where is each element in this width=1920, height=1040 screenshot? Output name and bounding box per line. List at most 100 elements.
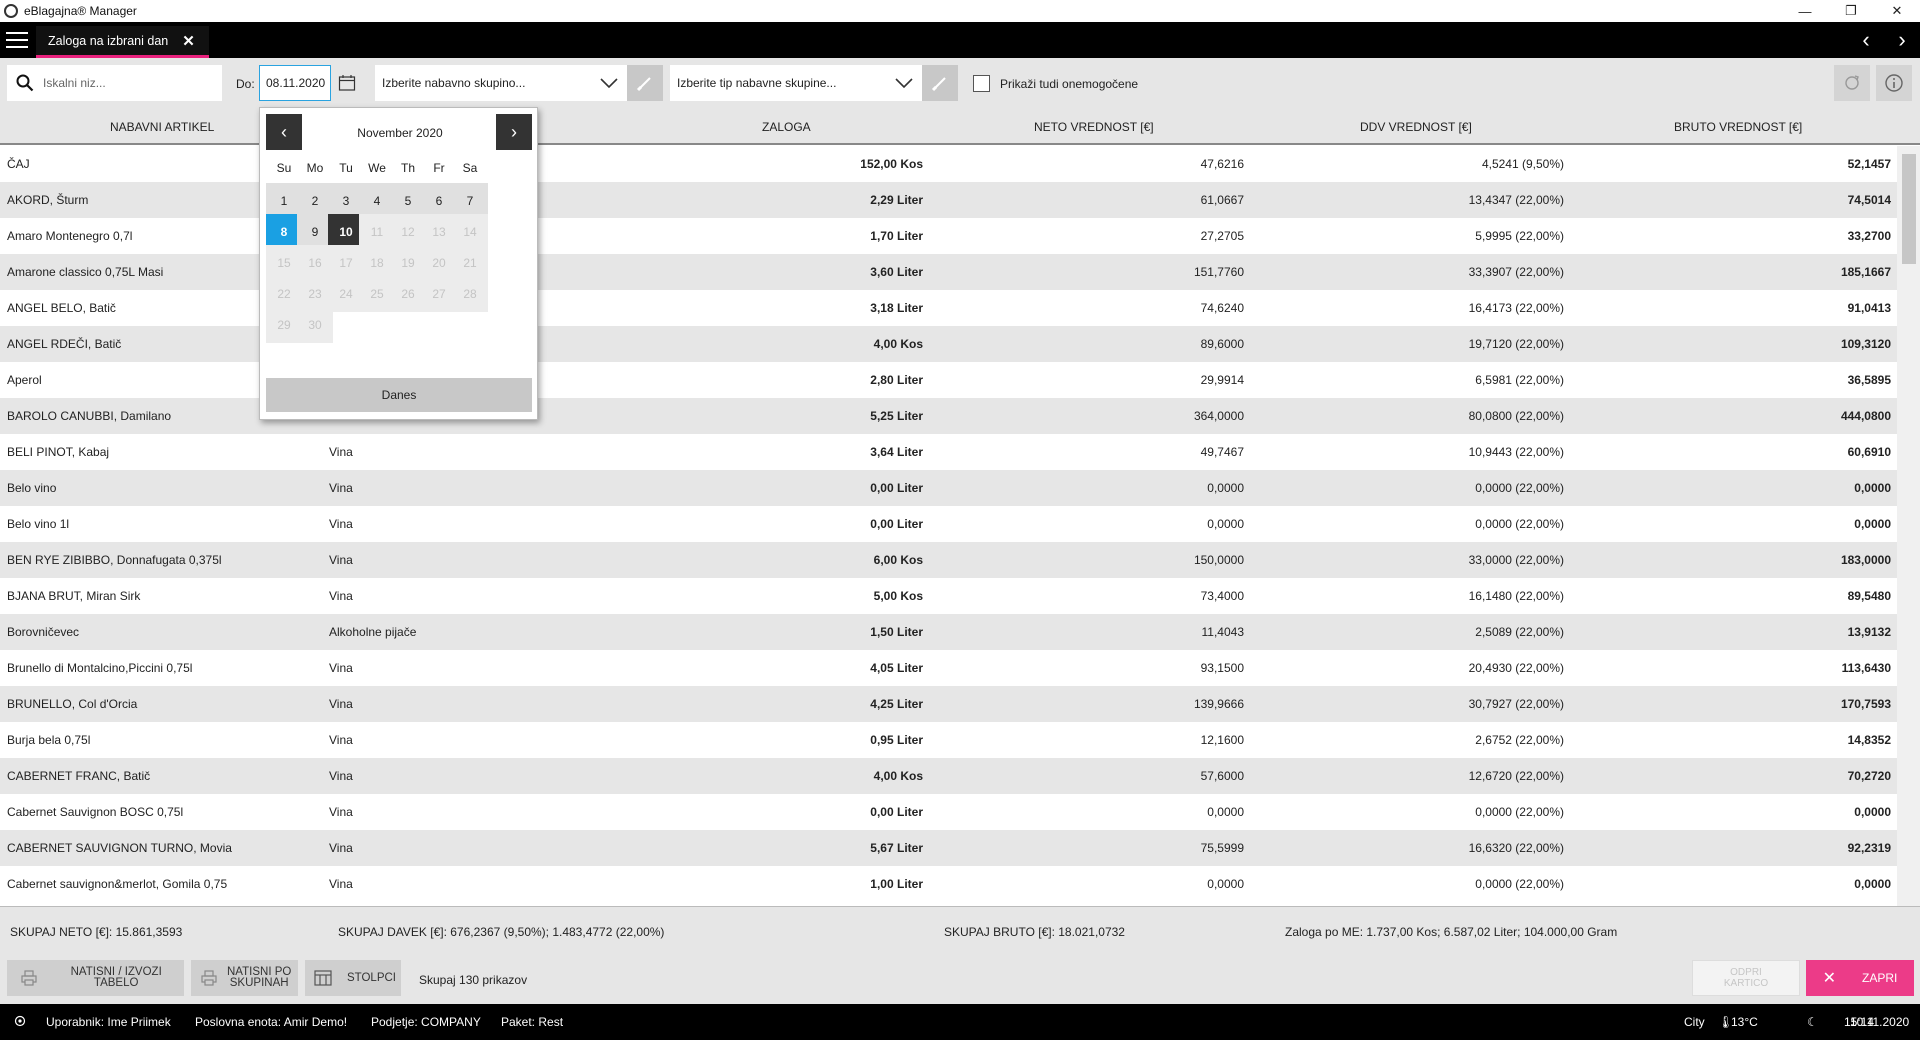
col-bruto[interactable]: BRUTO VREDNOST [€]: [1674, 120, 1802, 134]
tab-close-icon[interactable]: ✕: [182, 32, 195, 50]
cell-bruto: 91,0413: [1847, 301, 1891, 315]
cell-neto: 74,6240: [1200, 301, 1244, 315]
table-row[interactable]: CABERNET SAUVIGNON TURNO, Movia Vina 5,67 …: [0, 830, 1897, 866]
col-neto[interactable]: NETO VREDNOST [€]: [1034, 120, 1154, 134]
cell-group: Alkoholne pijače: [329, 625, 417, 639]
cell-group: Vina: [329, 517, 353, 531]
status-business-unit: Poslovna enota: Amir Demo!: [195, 1015, 348, 1029]
calendar-day: 28: [452, 276, 488, 312]
calendar-month-label: November 2020: [357, 126, 443, 140]
cell-article: ANGEL BELO, Batič: [7, 301, 116, 315]
type-select[interactable]: Izberite tip nabavne skupine...: [670, 65, 922, 101]
cell-bruto: 36,5895: [1847, 373, 1891, 387]
cell-neto: 49,7467: [1200, 445, 1244, 459]
cell-neto: 27,2705: [1200, 229, 1244, 243]
cell-article: BRUNELLO, Col d'Orcia: [7, 697, 138, 711]
cell-stock: 5,25 Liter: [870, 409, 923, 423]
cell-article: BAROLO CANUBBI, Damilano: [7, 409, 172, 423]
table-row[interactable]: Burja bela 0,75l Vina 0,95 Liter 12,1600 2,6…: [0, 722, 1897, 758]
cell-ddv: 2,5089 (22,00%): [1475, 625, 1564, 639]
table-row[interactable]: Brunello di Montalcino,Piccini 0,75l Vina…: [0, 650, 1897, 686]
cell-neto: 150,0000: [1193, 553, 1244, 567]
cell-ddv: 33,3907 (22,00%): [1468, 265, 1564, 279]
tab-label: Zaloga na izbrani dan: [48, 33, 169, 48]
calendar-day: 30: [297, 307, 333, 343]
col-article[interactable]: NABAVNI ARTIKEL: [110, 120, 214, 134]
status-settings-icon[interactable]: [14, 1015, 26, 1030]
table-row[interactable]: CABERNET FRANC, Batič Vina 4,00 Kos 57,6000…: [0, 758, 1897, 794]
cell-article: Belo vino 1l: [7, 517, 70, 531]
date-picker-popup: ‹ November 2020 › Danes Su Mo Tu We Th Fr Sa 1 2…: [259, 107, 538, 420]
columns-button[interactable]: STOLPCI: [305, 960, 401, 996]
total-bruto: SKUPAJ BRUTO [€]: 18.021,0732: [944, 925, 1125, 939]
cell-group: Vina: [329, 805, 353, 819]
total-neto: SKUPAJ NETO [€]: 15.861,3593: [10, 925, 183, 939]
cell-stock: 3,64 Liter: [870, 445, 923, 459]
show-disabled-checkbox[interactable]: [973, 75, 990, 92]
col-ddv[interactable]: DDV VREDNOST [€]: [1360, 120, 1472, 134]
cell-ddv: 0,0000 (22,00%): [1475, 805, 1564, 819]
refresh-button[interactable]: [1834, 65, 1870, 101]
table-row[interactable]: Borovničevec Alkoholne pijače 1,50 Liter 11…: [0, 614, 1897, 650]
cell-group: Vina: [329, 841, 353, 855]
info-button[interactable]: [1876, 65, 1912, 101]
date-field[interactable]: 08.11.2020: [259, 65, 331, 101]
status-package: Paket: Rest: [501, 1015, 564, 1029]
table-row[interactable]: BRUNELLO, Col d'Orcia Vina 4,25 Liter 139,9…: [0, 686, 1897, 722]
cell-stock: 3,18 Liter: [870, 301, 923, 315]
cell-article: CABERNET SAUVIGNON TURNO, Movia: [7, 841, 232, 855]
cell-stock: 5,00 Kos: [873, 589, 923, 603]
clear-group-button[interactable]: [627, 65, 663, 101]
minimize-button[interactable]: —: [1782, 0, 1828, 22]
refresh-icon: [1845, 75, 1859, 90]
search-input[interactable]: [43, 76, 213, 90]
table-row[interactable]: Cabernet Sauvignon BOSC 0,75l Vina 0,00 Li…: [0, 794, 1897, 830]
close-window-button[interactable]: ✕: [1874, 0, 1920, 22]
clear-type-button[interactable]: [922, 65, 958, 101]
cell-bruto: 0,0000: [1854, 805, 1891, 819]
today-button[interactable]: Danes: [266, 378, 532, 412]
cell-stock: 6,00 Kos: [873, 553, 923, 567]
show-disabled-toggle[interactable]: Prikaži tudi onemogočene: [973, 75, 1138, 92]
restore-button[interactable]: ❐: [1828, 0, 1874, 22]
next-month-button[interactable]: ›: [496, 114, 532, 150]
status-temperature: 13°C: [1731, 1015, 1758, 1029]
print-by-groups-button[interactable]: NATISNI PO SKUPINAH: [191, 960, 298, 996]
date-label: Do:: [236, 77, 255, 91]
search-icon: [7, 65, 43, 101]
table-row[interactable]: Cabernet sauvignon&merlot, Gomila 0,75 Vi…: [0, 866, 1897, 902]
summary-bar: SKUPAJ NETO [€]: 15.861,3593 SKUPAJ DAVE…: [0, 906, 1920, 954]
table-row[interactable]: BELI PINOT, Kabaj Vina 3,64 Liter 49,7467 10…: [0, 434, 1897, 470]
print-export-label: NATISNI / IZVOZI TABELO: [70, 966, 162, 989]
print-export-button[interactable]: NATISNI / IZVOZI TABELO: [7, 960, 184, 996]
calendar-icon[interactable]: [335, 70, 359, 96]
cell-ddv: 4,5241 (9,50%): [1481, 157, 1564, 171]
nav-back-icon[interactable]: ‹: [1848, 22, 1884, 58]
nav-forward-icon[interactable]: ›: [1884, 22, 1920, 58]
open-card-button[interactable]: ODPRI KARTICO: [1692, 960, 1800, 996]
group-select[interactable]: Izberite nabavno skupino...: [375, 65, 627, 101]
brush-icon: [636, 77, 651, 92]
cell-stock: 2,80 Liter: [870, 373, 923, 387]
cell-ddv: 12,6720 (22,00%): [1468, 769, 1564, 783]
col-stock[interactable]: ZALOGA: [762, 120, 811, 134]
table-row[interactable]: Belo vino Vina 0,00 Liter 0,0000 0,0000 (22,…: [0, 470, 1897, 506]
table-row[interactable]: BJANA BRUT, Miran Sirk Vina 5,00 Kos 73,400…: [0, 578, 1897, 614]
cell-group: Vina: [329, 733, 353, 747]
close-button[interactable]: ✕ ZAPRI: [1806, 960, 1914, 996]
cell-article: Borovničevec: [7, 625, 80, 639]
table-scrollbar[interactable]: [1897, 146, 1920, 906]
cell-bruto: 70,2720: [1847, 769, 1891, 783]
table-row[interactable]: BEN RYE ZIBIBBO, Donnafugata 0,375l Vina 6…: [0, 542, 1897, 578]
prev-month-button[interactable]: ‹: [266, 114, 302, 150]
menu-icon[interactable]: [6, 32, 28, 48]
tab-stock-on-date[interactable]: Zaloga na izbrani dan ✕: [36, 26, 209, 58]
cell-bruto: 89,5480: [1847, 589, 1891, 603]
cell-stock: 5,67 Liter: [870, 841, 923, 855]
scrollbar-thumb[interactable]: [1902, 154, 1916, 264]
cell-stock: 0,00 Liter: [870, 517, 923, 531]
table-row[interactable]: Belo vino 1l Vina 0,00 Liter 0,0000 0,0000 (…: [0, 506, 1897, 542]
cell-neto: 61,0667: [1200, 193, 1244, 207]
cell-stock: 4,25 Liter: [870, 697, 923, 711]
cell-group: Vina: [329, 769, 353, 783]
